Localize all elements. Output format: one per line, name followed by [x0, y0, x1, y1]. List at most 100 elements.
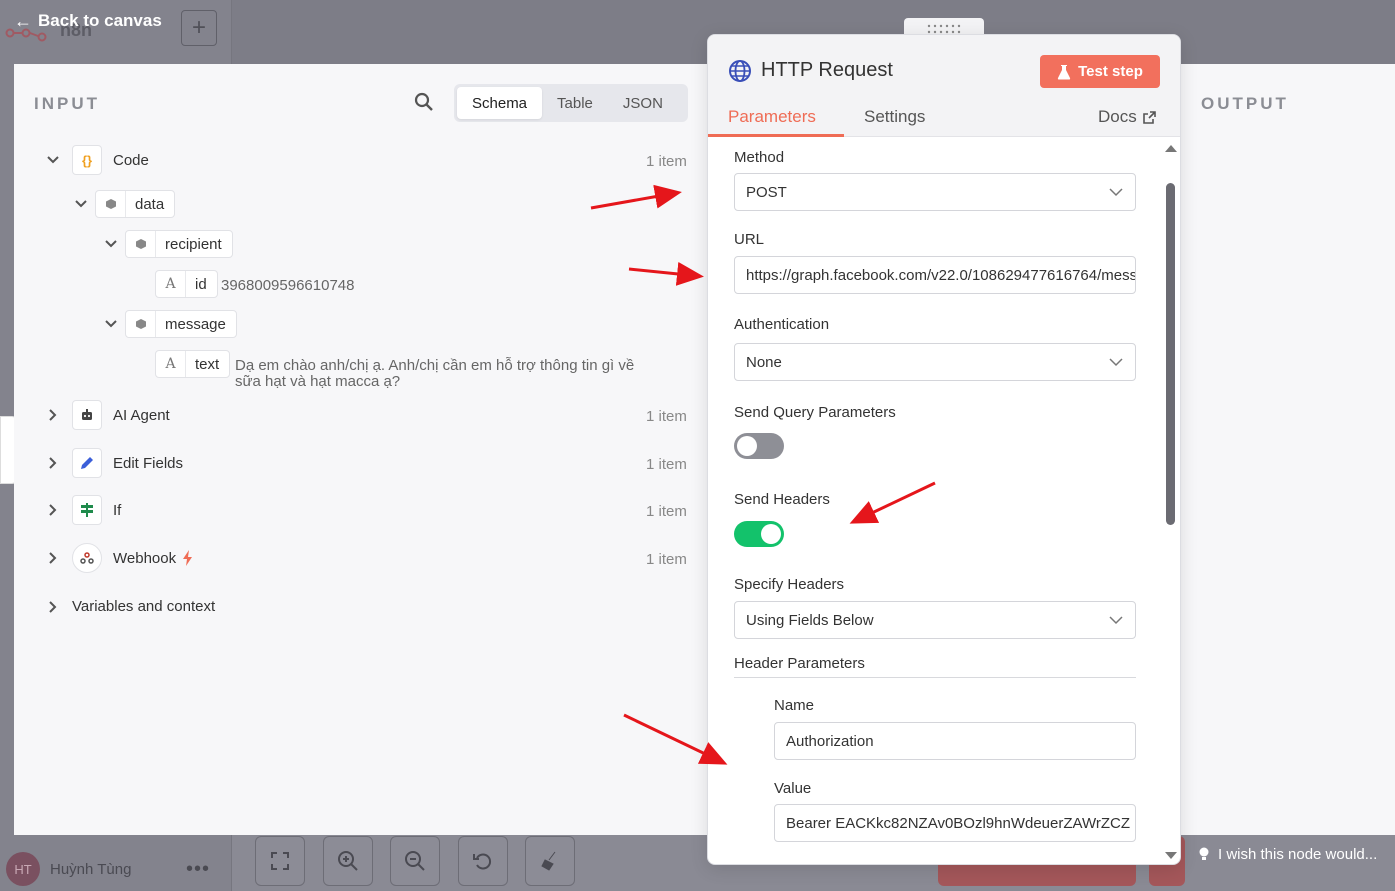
tree-node-edit-fields[interactable]: Edit Fields: [46, 448, 183, 478]
item-count: 1 item: [646, 408, 687, 425]
back-to-canvas-label: Back to canvas: [38, 11, 162, 30]
chevron-down-icon: [47, 156, 59, 164]
user-more-icon[interactable]: •••: [186, 858, 210, 881]
header-value-input[interactable]: Bearer EACKkc82NZAv0BOzl9hnWdeuerZAWrZCZ: [774, 804, 1136, 842]
zoom-in-button[interactable]: [323, 836, 373, 886]
chevron-down-icon: [1109, 616, 1123, 625]
field-pill: data: [95, 190, 176, 218]
zoom-in-icon: [338, 851, 358, 871]
globe-icon: [729, 60, 751, 82]
chevron-down-icon: [75, 200, 87, 208]
feedback-link[interactable]: I wish this node would...: [1198, 844, 1377, 864]
url-input[interactable]: https://graph.facebook.com/v22.0/1086294…: [734, 256, 1136, 294]
fit-view-button[interactable]: [255, 836, 305, 886]
node-settings-panel: HTTP Request Test step Parameters Settin…: [707, 34, 1181, 865]
tree-field-id[interactable]: A id: [155, 270, 218, 298]
cube-icon: [126, 231, 156, 257]
method-label: Method: [734, 149, 785, 166]
authentication-select[interactable]: None: [734, 343, 1136, 381]
add-node-button[interactable]: +: [181, 10, 217, 46]
tree-node-label: AI Agent: [113, 406, 170, 424]
item-count: 1 item: [646, 153, 687, 170]
node-details-view: [14, 64, 1395, 835]
header-name-label: Name: [774, 697, 815, 714]
header-parameters-label: Header Parameters: [734, 655, 865, 672]
tree-node-label: Edit Fields: [113, 454, 184, 472]
zoom-out-icon: [405, 851, 425, 871]
docs-label: Docs: [1098, 107, 1137, 126]
reset-zoom-button[interactable]: [458, 836, 508, 886]
tree-node-label: Webhook: [113, 549, 177, 567]
search-icon[interactable]: [414, 92, 434, 112]
signpost-icon: [72, 495, 102, 525]
undo-icon: [473, 853, 491, 870]
chevron-right-icon: [49, 409, 57, 421]
tree-node-if[interactable]: If: [46, 495, 121, 525]
send-headers-label: Send Headers: [734, 491, 830, 508]
lightbulb-icon: [1199, 847, 1209, 860]
send-query-toggle[interactable]: [734, 433, 784, 459]
test-step-button[interactable]: Test step: [1040, 55, 1160, 88]
field-value-line1: Dạ em chào anh/chị ạ. Anh/chị cần em hỗ …: [235, 357, 635, 374]
node-header: HTTP Request Test step Parameters Settin…: [708, 35, 1180, 137]
send-headers-toggle[interactable]: [734, 521, 784, 547]
specify-headers-select[interactable]: Using Fields Below: [734, 601, 1136, 639]
tree-node-ai-agent[interactable]: AI Agent: [46, 400, 170, 430]
field-value-line2: sữa hạt và hạt macca ạ?: [235, 373, 401, 390]
chevron-right-icon: [49, 504, 57, 516]
tree-field-text[interactable]: A text: [155, 350, 231, 378]
scroll-up-icon[interactable]: [1164, 143, 1178, 153]
pencil-icon: [72, 448, 102, 478]
tidy-up-button[interactable]: [525, 836, 575, 886]
view-json-tab[interactable]: JSON: [608, 87, 678, 119]
scrollbar-thumb[interactable]: [1166, 183, 1175, 525]
header-name-value: Authorization: [786, 732, 874, 750]
trigger-bolt-icon: [183, 550, 193, 566]
robot-icon: [72, 400, 102, 430]
chevron-down-icon: [1109, 188, 1123, 197]
docs-link[interactable]: Docs: [1098, 107, 1156, 127]
toggle-knob: [761, 524, 781, 544]
tab-settings[interactable]: Settings: [864, 107, 925, 127]
header-value-label: Value: [774, 780, 812, 797]
test-step-label: Test step: [1078, 63, 1143, 80]
output-heading: OUTPUT: [1201, 94, 1289, 113]
user-menu[interactable]: HT Huỳnh Tùng: [6, 852, 131, 886]
item-count: 1 item: [646, 456, 687, 473]
cube-icon: [96, 191, 126, 217]
tree-field-recipient[interactable]: recipient: [104, 230, 233, 258]
tree-field-data[interactable]: data: [74, 190, 176, 218]
avatar: HT: [6, 852, 40, 886]
external-link-icon: [1142, 110, 1156, 124]
method-select[interactable]: POST: [734, 173, 1136, 211]
active-tab-indicator: [708, 134, 844, 137]
item-count: 1 item: [646, 551, 687, 568]
view-schema-tab[interactable]: Schema: [457, 87, 543, 119]
header-name-input[interactable]: Authorization: [774, 722, 1136, 760]
tree-node-label: Variables and context: [72, 598, 216, 615]
scroll-down-icon[interactable]: [1164, 851, 1178, 861]
specify-headers-label: Specify Headers: [734, 576, 845, 593]
tree-field-message[interactable]: message: [104, 310, 237, 338]
flask-icon: [1057, 64, 1071, 80]
zoom-out-button[interactable]: [390, 836, 440, 886]
view-table-tab[interactable]: Table: [542, 87, 608, 119]
code-icon: {}: [72, 145, 102, 175]
field-pill: recipient: [125, 230, 233, 258]
divider: [734, 677, 1136, 678]
authentication-value: None: [746, 353, 782, 371]
tree-node-webhook[interactable]: Webhook: [46, 543, 194, 573]
chevron-right-icon: [49, 457, 57, 469]
tab-parameters[interactable]: Parameters: [728, 107, 816, 127]
grip-icon: [927, 24, 961, 34]
field-pill: message: [125, 310, 237, 338]
input-heading: INPUT: [34, 94, 100, 113]
arrow-left-icon: ←: [14, 10, 32, 31]
tree-node-code[interactable]: {} Code: [46, 145, 149, 175]
field-value: 3968009596610748: [221, 277, 355, 294]
back-to-canvas-link[interactable]: ← Back to canvas: [14, 10, 162, 32]
node-title[interactable]: HTTP Request: [761, 59, 893, 82]
authentication-label: Authentication: [734, 316, 830, 333]
tree-node-variables[interactable]: Variables and context: [46, 598, 215, 615]
chevron-down-icon: [105, 320, 117, 328]
